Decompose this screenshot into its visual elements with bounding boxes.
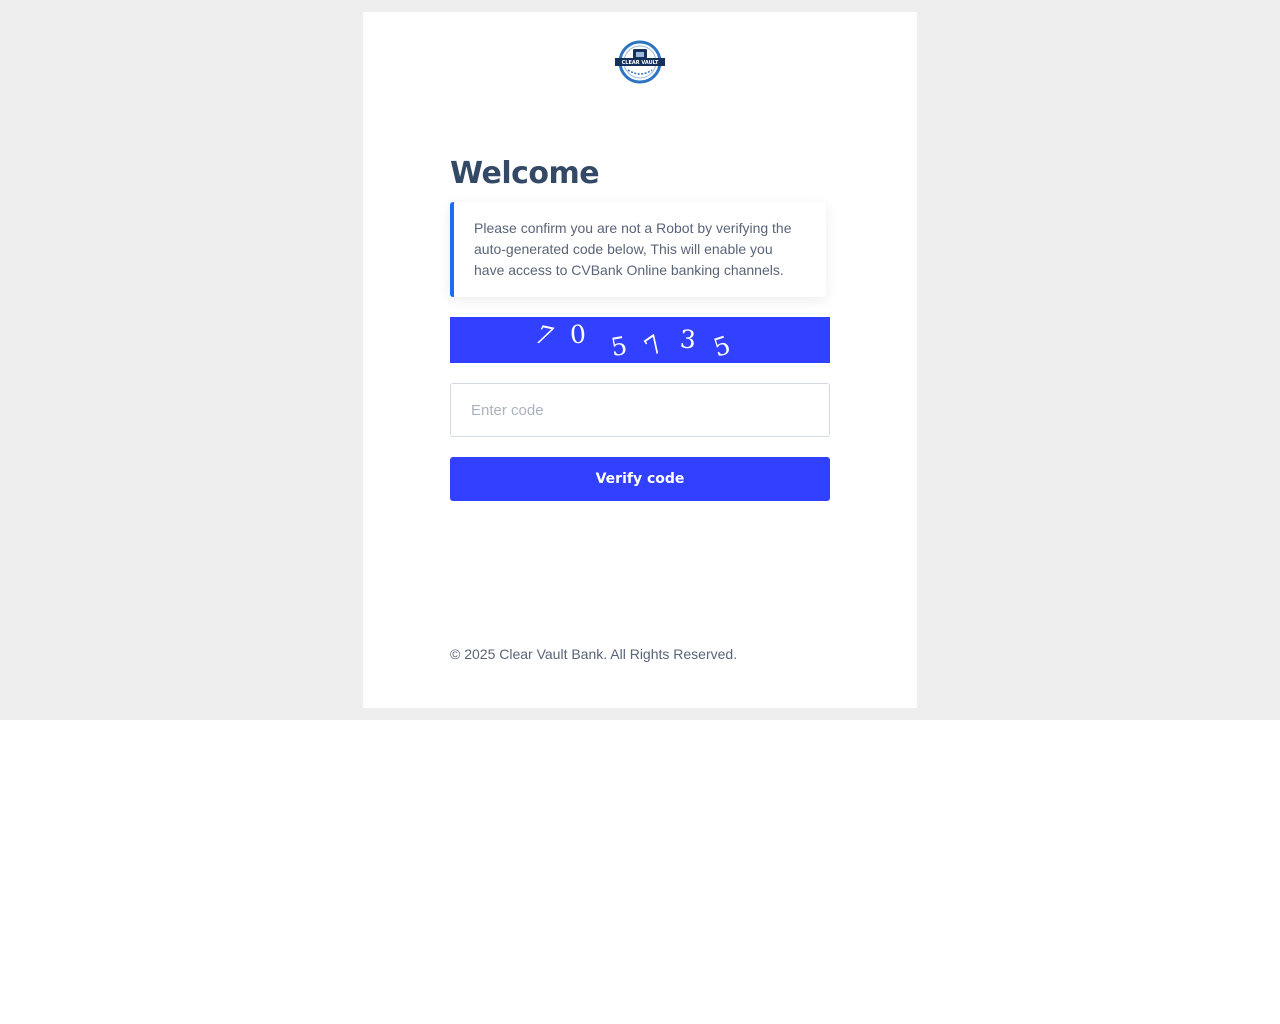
code-input[interactable] (450, 383, 830, 437)
page-title: Welcome (450, 156, 600, 191)
bank-logo-icon: CLEAR VAULT (615, 40, 665, 84)
robot-notice: Please confirm you are not a Robot by ve… (450, 202, 826, 297)
captcha-char: 5 (709, 330, 734, 363)
captcha-image: 7 0 5 7 3 5 (450, 317, 830, 363)
captcha-char: 5 (608, 330, 630, 363)
captcha-char: 7 (529, 320, 559, 351)
copyright-text: © 2025 Clear Vault Bank. All Rights Rese… (450, 646, 738, 662)
captcha-char: 0 (569, 319, 587, 350)
verify-code-button[interactable]: Verify code (450, 457, 830, 501)
captcha-char: 3 (679, 324, 697, 355)
verification-card: CLEAR VAULT Welcome Please confirm you a… (363, 12, 917, 708)
captcha-char: 7 (639, 329, 669, 362)
logo-text: CLEAR VAULT (622, 60, 659, 66)
